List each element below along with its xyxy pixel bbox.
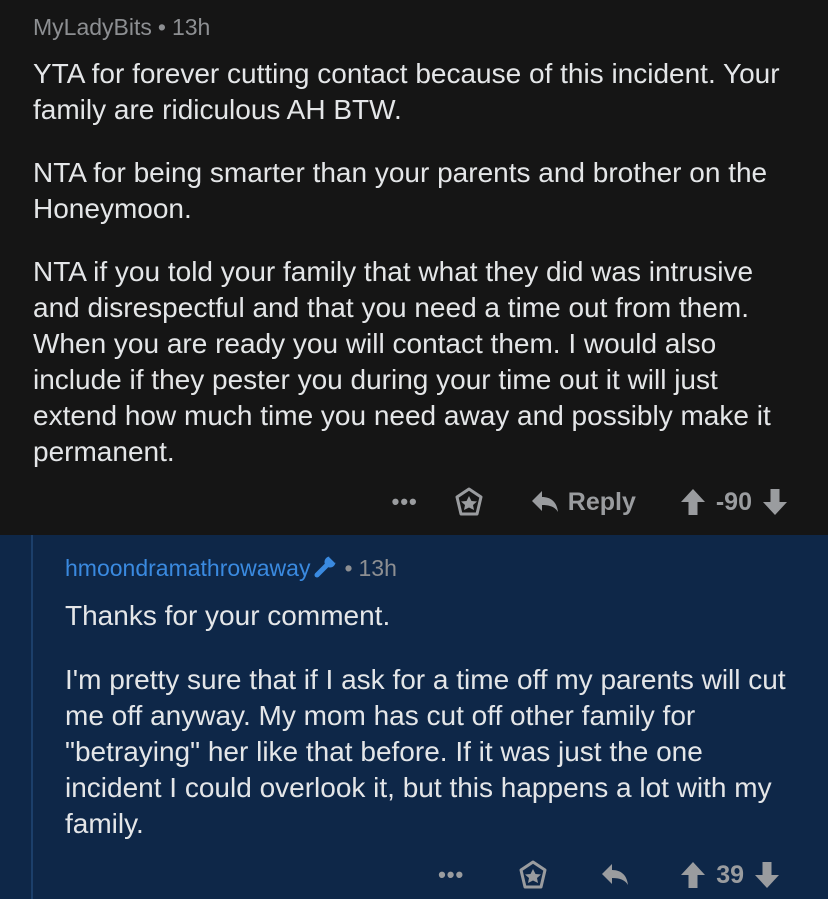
downvote-button[interactable] <box>762 488 788 516</box>
reply-comment: hmoondramathrowaway • 13h Thanks for your… <box>0 535 828 899</box>
downvote-button[interactable] <box>754 861 780 889</box>
reply-label: Reply <box>567 487 636 516</box>
comment-actions: ••• Reply -90 <box>392 482 788 522</box>
comment-body: Thanks for your comment. I'm pretty sure… <box>65 598 790 842</box>
wrench-icon <box>314 554 338 585</box>
comment-time: 13h <box>358 555 397 581</box>
meta-separator: • <box>157 14 166 40</box>
more-options-button[interactable]: ••• <box>438 862 464 888</box>
thread-line[interactable] <box>31 535 33 899</box>
comment-time: 13h <box>171 14 211 40</box>
upvote-button[interactable] <box>680 488 706 516</box>
comment-body: YTA for forever cutting contact because … <box>33 42 788 470</box>
downvote-icon <box>755 862 779 888</box>
comment-paragraph: I'm pretty sure that if I ask for a time… <box>65 664 786 839</box>
award-button[interactable] <box>518 860 548 890</box>
comment-paragraph: Thanks for your comment. <box>65 600 391 631</box>
reply-arrow-icon <box>531 491 558 512</box>
upvote-icon <box>680 489 705 515</box>
comment-paragraph: NTA if you told your family that what th… <box>33 256 771 467</box>
comment-meta: hmoondramathrowaway • 13h <box>65 553 397 583</box>
meta-separator: • <box>344 555 353 581</box>
award-button[interactable] <box>454 487 484 517</box>
award-icon <box>455 487 483 516</box>
comment-paragraph: NTA for being smarter than your parents … <box>33 157 768 224</box>
upvote-icon <box>681 862 706 888</box>
award-icon <box>519 860 547 889</box>
parent-comment: MyLadyBits • 13h YTA for forever cutting c… <box>0 0 828 535</box>
reply-button[interactable] <box>600 862 630 888</box>
comment-meta: MyLadyBits • 13h <box>33 0 788 42</box>
comment-author-op[interactable]: hmoondramathrowaway <box>65 555 310 581</box>
upvote-button[interactable] <box>680 861 706 889</box>
comment-paragraph: YTA for forever cutting contact because … <box>33 58 780 125</box>
vote-score: -90 <box>715 487 752 516</box>
vote-score: 39 <box>716 860 744 889</box>
more-options-button[interactable]: ••• <box>392 489 418 515</box>
comment-actions: ••• 39 <box>438 855 780 895</box>
reply-arrow-icon <box>602 864 629 885</box>
downvote-icon <box>763 489 787 515</box>
comment-author[interactable]: MyLadyBits <box>33 14 152 40</box>
reply-button[interactable]: Reply <box>530 488 636 517</box>
